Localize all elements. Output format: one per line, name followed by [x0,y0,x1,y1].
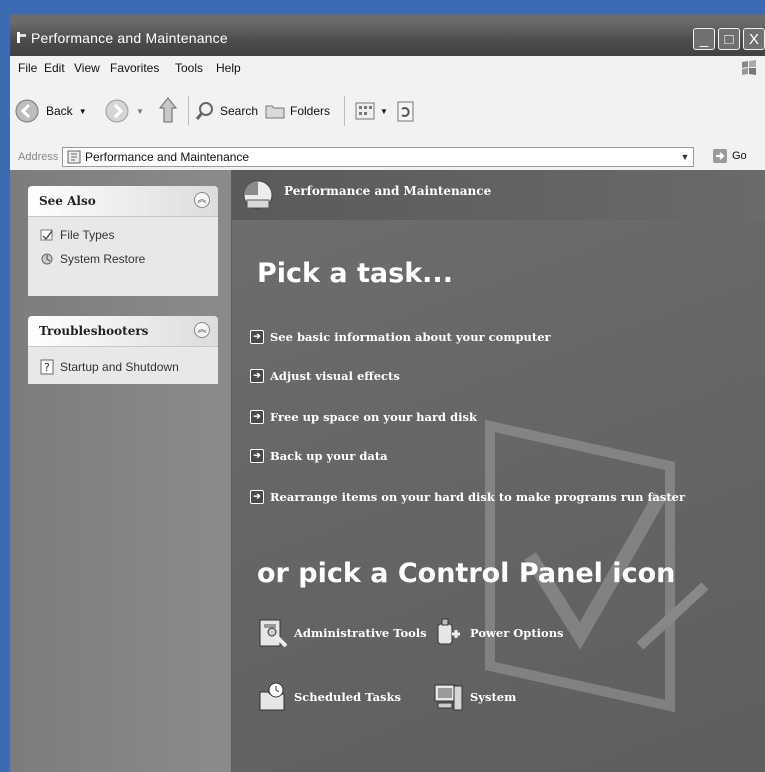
task-arrow-icon: ➔ [250,449,264,463]
views-button[interactable]: ▼ [354,100,388,122]
svg-text:?: ? [44,361,50,374]
help-icon: ? [40,359,54,375]
administrative-tools-icon [259,619,288,648]
top-background-strip [0,0,765,14]
control-panel-icon [17,32,26,43]
maximize-button[interactable]: □ [718,28,740,50]
address-value: Performance and Maintenance [85,150,250,164]
power-options-icon [437,618,460,645]
forward-button[interactable]: ▼ [104,98,144,124]
content-header-title: Performance and Maintenance [284,184,492,198]
task-label: See basic information about your compute… [270,330,551,344]
views-icon [355,102,375,120]
task-defragment[interactable]: ➔ Rearrange items on your hard disk to m… [250,490,685,504]
address-dropdown-icon[interactable]: ▼ [677,148,693,166]
see-also-title: See Also [39,194,96,208]
task-visual-effects[interactable]: ➔ Adjust visual effects [250,369,400,383]
link-system-restore[interactable]: System Restore [28,247,218,271]
folders-label: Folders [290,104,331,118]
up-folder-icon[interactable] [156,94,182,126]
menu-bar: File Edit View Favorites Tools Help [10,56,765,81]
icon-system[interactable]: System [432,680,516,714]
back-button[interactable]: Back ▼ [14,98,87,124]
system-icon [434,684,463,711]
window-title: Performance and Maintenance [31,30,228,46]
address-label: Address [18,151,59,163]
views-dropdown-icon: ▼ [380,106,388,116]
main-content: Performance and Maintenance Pick a task.… [232,170,765,772]
link-file-types[interactable]: File Types [28,223,218,247]
folders-button[interactable]: Folders [264,100,330,122]
troubleshooters-header[interactable]: Troubleshooters ︽ [28,316,218,347]
windows-logo-icon [742,60,756,75]
task-arrow-icon: ➔ [250,330,264,344]
icon-power-options[interactable]: Power Options [432,616,564,650]
icon-label: Administrative Tools [294,626,427,640]
back-dropdown-icon[interactable]: ▼ [79,107,87,116]
go-button[interactable]: Go [712,148,747,164]
task-pane: See Also ︽ File Types System Restore Tro… [10,170,232,772]
task-label: Free up space on your hard disk [270,410,477,424]
task-label: Rearrange items on your hard disk to mak… [270,490,686,504]
forward-arrow-icon [105,99,129,123]
file-types-icon [40,229,53,241]
task-basic-info[interactable]: ➔ See basic information about your compu… [250,330,551,344]
pick-icon-heading: or pick a Control Panel icon [257,558,676,589]
see-also-panel: See Also ︽ File Types System Restore [28,186,218,296]
troubleshooters-title: Troubleshooters [39,324,149,338]
address-bar: Address Performance and Maintenance ▼ Go [10,146,765,171]
task-back-up-data[interactable]: ➔ Back up your data [250,449,388,463]
task-arrow-icon: ➔ [250,369,264,383]
icon-scheduled-tasks[interactable]: Scheduled Tasks [256,680,401,714]
icon-label: Scheduled Tasks [294,690,401,704]
folders-icon [265,105,285,119]
forward-dropdown-icon[interactable]: ▼ [136,107,144,116]
task-arrow-icon: ➔ [250,490,264,504]
back-label: Back [46,104,73,118]
link-startup-and-shutdown[interactable]: ? Startup and Shutdown [28,355,218,379]
back-arrow-icon [15,99,39,123]
address-input[interactable]: Performance and Maintenance ▼ [62,147,694,167]
task-free-up-space[interactable]: ➔ Free up space on your hard disk [250,410,477,424]
see-also-header[interactable]: See Also ︽ [28,186,218,217]
search-label: Search [220,104,259,118]
system-restore-label: System Restore [60,252,146,266]
title-bar[interactable]: Performance and Maintenance _ □ X [10,22,765,56]
close-button[interactable]: X [743,28,765,50]
task-arrow-icon: ➔ [250,410,264,424]
search-icon [195,102,213,120]
task-label: Back up your data [270,449,388,463]
collapse-chevron-icon[interactable]: ︽ [194,322,210,338]
scheduled-tasks-icon [259,682,285,711]
menu-tools[interactable]: Tools [175,61,203,75]
collapse-chevron-icon[interactable]: ︽ [194,192,210,208]
control-panel-small-icon [67,150,81,164]
minimize-button[interactable]: _ [693,28,715,50]
standard-toolbar: Back ▼ ▼ Search Folders ▼ [10,80,765,147]
icon-label: System [470,690,517,704]
toolbar-separator [344,96,345,126]
troubleshooters-panel: Troubleshooters ︽ ? Startup and Shutdown [28,316,218,384]
startup-shutdown-label: Startup and Shutdown [60,360,179,374]
explorer-window: Performance and Maintenance _ □ X File E… [10,14,765,772]
content-header: Performance and Maintenance [232,170,765,220]
menu-file[interactable]: File [18,61,37,75]
icon-administrative-tools[interactable]: Administrative Tools [256,616,427,650]
performance-maintenance-icon [243,180,273,210]
toolbar-separator [188,96,189,126]
menu-help[interactable]: Help [216,61,241,75]
pick-a-task-heading: Pick a task... [257,258,453,289]
menu-view[interactable]: View [74,61,100,75]
search-button[interactable]: Search [194,100,258,122]
menu-edit[interactable]: Edit [44,61,65,75]
system-restore-icon [41,253,53,265]
folder-sync-icon[interactable] [396,100,416,124]
task-label: Adjust visual effects [270,369,400,383]
icon-label: Power Options [470,626,564,640]
go-label: Go [732,150,747,162]
file-types-label: File Types [60,228,115,242]
go-arrow-icon [713,149,727,163]
menu-favorites[interactable]: Favorites [110,61,159,75]
